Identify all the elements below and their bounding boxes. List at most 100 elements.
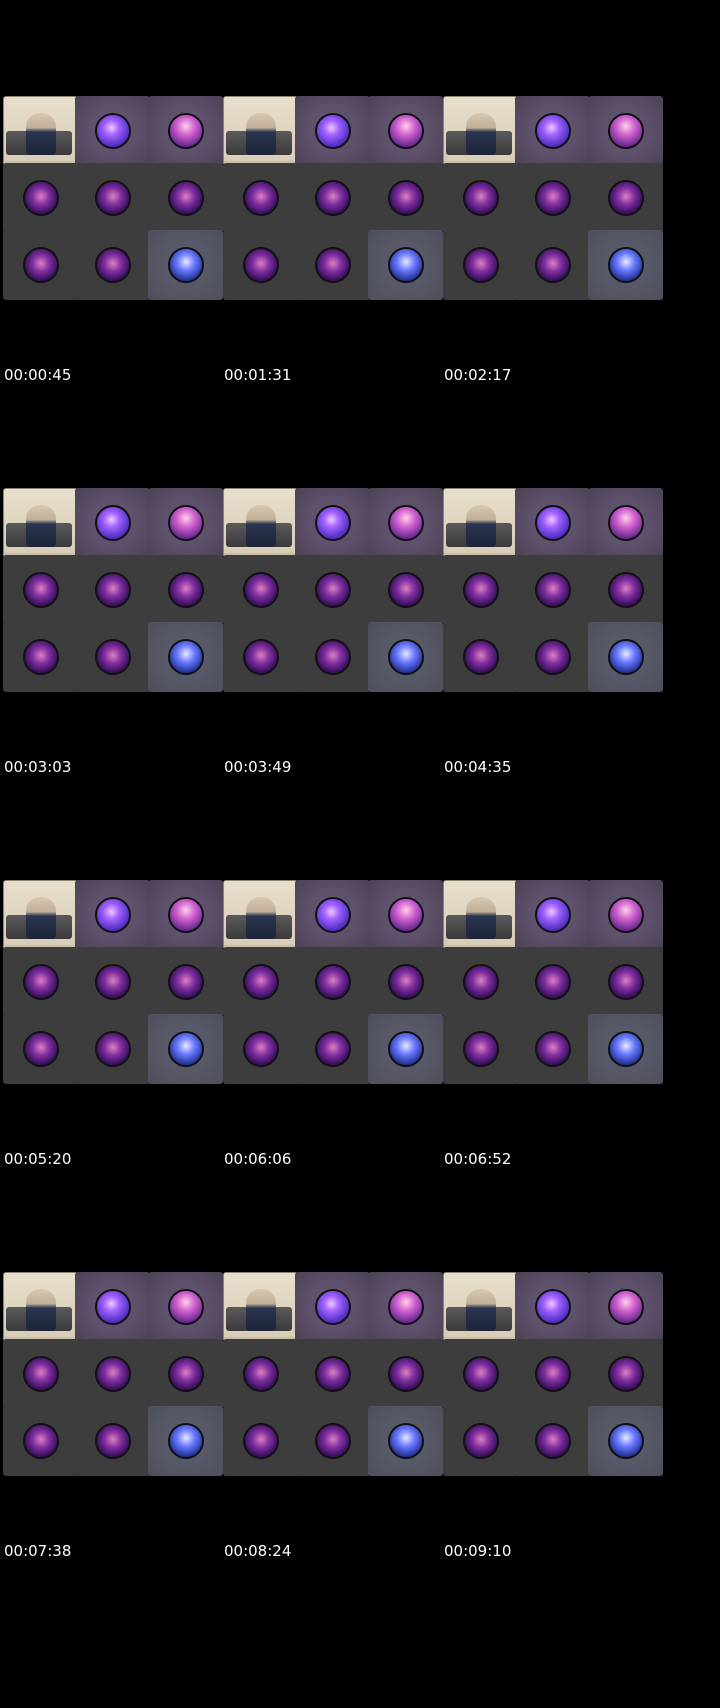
avatar-icon (534, 1423, 571, 1459)
participant-avatar-tile (588, 230, 663, 300)
avatar-icon (534, 964, 571, 1000)
avatar-icon (387, 1423, 424, 1459)
video-thumbnail[interactable] (3, 488, 235, 706)
participant-avatar-tile (148, 1339, 223, 1409)
participant-avatar-tile (443, 163, 518, 233)
avatar-icon (242, 572, 279, 608)
timestamp-label: 00:05:20 (4, 1150, 72, 1168)
participant-avatar-tile (223, 555, 298, 625)
avatar-icon (167, 247, 204, 283)
video-thumbnail[interactable] (223, 96, 455, 314)
avatar-icon (94, 505, 131, 541)
participant-avatar-tile (515, 1339, 590, 1409)
participant-avatar-tile (588, 947, 663, 1017)
participant-avatar-tile (368, 96, 443, 166)
avatar-icon (242, 1031, 279, 1067)
avatar-icon (534, 1356, 571, 1392)
timestamp-label: 00:03:03 (4, 758, 72, 776)
participant-avatar-tile (223, 622, 298, 692)
participant-camera-tile (443, 880, 518, 950)
participant-camera-tile (223, 880, 298, 950)
avatar-icon (607, 505, 644, 541)
timestamp-label: 00:06:52 (444, 1150, 512, 1168)
participant-avatar-tile (3, 163, 78, 233)
avatar-icon (94, 1423, 131, 1459)
participant-avatar-tile (443, 1339, 518, 1409)
participant-avatar-tile (588, 96, 663, 166)
video-thumbnail[interactable] (443, 488, 675, 706)
participant-avatar-tile (3, 555, 78, 625)
video-thumbnail[interactable] (223, 488, 455, 706)
participant-avatar-tile (223, 1406, 298, 1476)
video-thumbnail[interactable] (443, 880, 675, 1098)
video-thumbnail[interactable] (3, 1272, 235, 1490)
avatar-icon (94, 572, 131, 608)
video-thumbnail[interactable] (443, 1272, 675, 1490)
participant-avatar-tile (295, 555, 370, 625)
avatar-icon (607, 964, 644, 1000)
participant-avatar-tile (588, 1339, 663, 1409)
participant-avatar-tile (295, 1406, 370, 1476)
participant-avatar-tile (515, 230, 590, 300)
participant-avatar-tile (75, 1014, 150, 1084)
avatar-icon (387, 505, 424, 541)
participant-avatar-tile (148, 163, 223, 233)
timestamp-label: 00:03:49 (224, 758, 292, 776)
camera-person (466, 505, 496, 547)
avatar-icon (314, 1423, 351, 1459)
avatar-icon (314, 897, 351, 933)
participant-avatar-tile (368, 880, 443, 950)
participant-avatar-tile (295, 947, 370, 1017)
participant-avatar-tile (148, 555, 223, 625)
avatar-icon (242, 180, 279, 216)
avatar-icon (462, 639, 499, 675)
video-thumbnail[interactable] (3, 96, 235, 314)
participant-avatar-tile (515, 947, 590, 1017)
avatar-icon (94, 1031, 131, 1067)
participant-avatar-tile (588, 555, 663, 625)
avatar-icon (94, 113, 131, 149)
avatar-icon (22, 964, 59, 1000)
participant-avatar-tile (515, 1406, 590, 1476)
avatar-icon (462, 1031, 499, 1067)
timestamp-label: 00:02:17 (444, 366, 512, 384)
timestamp-label: 00:07:38 (4, 1542, 72, 1560)
avatar-icon (314, 1031, 351, 1067)
avatar-icon (242, 1356, 279, 1392)
participant-avatar-tile (75, 96, 150, 166)
camera-person (466, 897, 496, 939)
avatar-icon (534, 113, 571, 149)
participant-avatar-tile (75, 230, 150, 300)
avatar-icon (167, 1289, 204, 1325)
participant-avatar-tile (3, 1014, 78, 1084)
avatar-icon (22, 572, 59, 608)
participant-avatar-tile (443, 947, 518, 1017)
participant-avatar-tile (75, 880, 150, 950)
camera-person (26, 897, 56, 939)
participant-avatar-tile (223, 947, 298, 1017)
avatar-icon (242, 639, 279, 675)
participant-camera-tile (223, 488, 298, 558)
participant-avatar-tile (3, 622, 78, 692)
avatar-icon (314, 1356, 351, 1392)
participant-avatar-tile (295, 622, 370, 692)
participant-avatar-tile (368, 1406, 443, 1476)
participant-avatar-tile (368, 1339, 443, 1409)
participant-avatar-tile (148, 1406, 223, 1476)
video-thumbnail[interactable] (223, 880, 455, 1098)
participant-avatar-tile (295, 1272, 370, 1342)
avatar-icon (387, 1289, 424, 1325)
participant-avatar-tile (75, 622, 150, 692)
video-thumbnail[interactable] (443, 96, 675, 314)
avatar-icon (387, 639, 424, 675)
avatar-icon (534, 180, 571, 216)
video-thumbnail[interactable] (223, 1272, 455, 1490)
participant-avatar-tile (148, 488, 223, 558)
participant-avatar-tile (148, 230, 223, 300)
participant-avatar-tile (223, 230, 298, 300)
video-thumbnail[interactable] (3, 880, 235, 1098)
avatar-icon (314, 113, 351, 149)
participant-camera-tile (443, 488, 518, 558)
participant-avatar-tile (443, 1014, 518, 1084)
participant-avatar-tile (295, 163, 370, 233)
